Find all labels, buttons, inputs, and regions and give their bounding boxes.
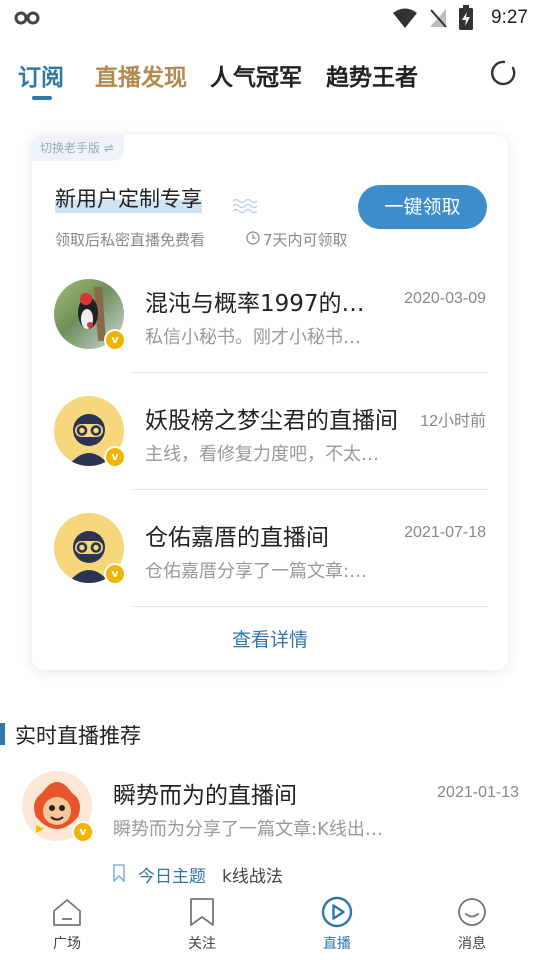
verified-v-badge: v [104, 446, 126, 468]
one-click-claim-button[interactable]: 一键领取 [358, 185, 487, 229]
verified-v-badge: v [104, 329, 126, 351]
row-message: 主线，看修复力度吧，不太… [145, 444, 379, 465]
row-title: 妖股榜之梦尘君的直播间 [145, 408, 398, 434]
promo-subtitle: 领取后私密直播免费看 [55, 231, 206, 249]
clock-icon [246, 231, 260, 245]
home-icon [53, 899, 81, 926]
live-room-title[interactable]: 瞬势而为的直播间 [113, 776, 297, 810]
switch-veteran-mode-button[interactable]: 切换老手版 ⇌ [32, 135, 124, 161]
today-topic-label: 今日主题 [138, 867, 206, 887]
divider [132, 489, 487, 490]
bookmark-icon [113, 864, 125, 882]
live-room-row[interactable]: v 混沌与概率1997的直播间 2020-03-09 私信小秘书。刚才小秘书… [32, 270, 508, 387]
app-notification-icon [14, 11, 40, 25]
divider [132, 606, 487, 607]
nav-follow[interactable]: 关注 [162, 890, 242, 960]
promo-validity: 7天内可领取 [263, 231, 348, 249]
nav-label: 消息 [458, 936, 486, 952]
nav-label: 广场 [53, 936, 81, 952]
section-title: 实时直播推荐 [15, 724, 141, 748]
status-bar: 9:27 [0, 0, 540, 36]
row-date: 2020-03-09 [404, 290, 486, 307]
live-room-row[interactable]: v 仓佑嘉厝的直播间 2021-07-18 仓佑嘉厝分享了一篇文章:… [32, 504, 508, 621]
divider [132, 372, 487, 373]
live-room-message: 瞬势而为分享了一篇文章:K线出… [113, 819, 383, 840]
row-message: 私信小秘书。刚才小秘书… [145, 327, 361, 348]
refresh-icon[interactable] [490, 59, 518, 87]
nav-messages[interactable]: 消息 [432, 890, 512, 960]
battery-charging-icon [459, 5, 473, 30]
nav-label: 直播 [323, 936, 351, 952]
tab-live-discover[interactable]: 直播发现 [95, 58, 187, 92]
clock-time: 9:27 [491, 7, 528, 28]
section-accent-bar [0, 723, 5, 745]
nav-live[interactable]: 直播 [297, 890, 377, 960]
row-title: 混沌与概率1997的直播间 [145, 291, 385, 317]
tab-subscribe[interactable]: 订阅 [18, 58, 64, 92]
view-details-link[interactable]: 查看详情 [32, 625, 508, 652]
message-icon [458, 898, 486, 926]
active-tab-indicator [32, 96, 52, 100]
verified-v-badge: v [104, 563, 126, 585]
live-room-date: 2021-01-13 [437, 784, 519, 801]
play-icon [321, 896, 353, 928]
live-room-row[interactable]: v 妖股榜之梦尘君的直播间 12小时前 主线，看修复力度吧，不太… [32, 387, 508, 504]
promo-title: 新用户定制专享 [55, 183, 202, 213]
tab-popular-champion[interactable]: 人气冠军 [210, 58, 302, 92]
bookmark-icon [190, 898, 214, 926]
new-user-promo-card: 切换老手版 ⇌ 新用户定制专享 领取后私密直播免费看 7天内可领取 一键领取 v… [32, 135, 508, 670]
bottom-navigation: 广场 关注 直播 消息 [0, 890, 540, 960]
nav-label: 关注 [188, 936, 216, 952]
tab-trend-king[interactable]: 趋势王者 [326, 58, 418, 92]
wave-decoration-icon [232, 198, 258, 213]
row-date: 12小时前 [420, 413, 486, 430]
no-signal-icon [430, 9, 447, 28]
row-title: 仓佑嘉厝的直播间 [145, 525, 329, 551]
row-date: 2021-07-18 [404, 524, 486, 541]
nav-plaza[interactable]: 广场 [27, 890, 107, 960]
wifi-icon [393, 8, 417, 28]
verified-v-badge: v [72, 821, 94, 843]
row-message: 仓佑嘉厝分享了一篇文章:… [145, 561, 368, 582]
today-topic-value[interactable]: k线战法 [222, 862, 283, 887]
